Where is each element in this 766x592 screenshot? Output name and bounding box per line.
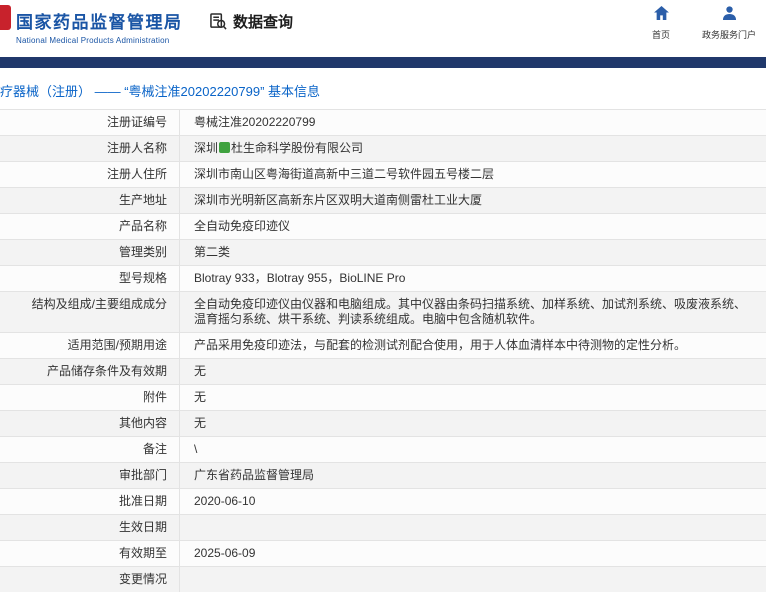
row-label: 备注 bbox=[0, 437, 180, 462]
row-value: 2020-06-10 bbox=[194, 494, 256, 508]
data-query-label: 数据查询 bbox=[233, 14, 294, 31]
info-table: 注册证编号 粤械注准20202220799 注册人名称 深圳 杜生命科学股份有限公司 注册… bbox=[0, 109, 766, 592]
row-label: 型号规格 bbox=[0, 266, 180, 291]
table-row: 审批部门 广东省药品监督管理局 bbox=[0, 463, 766, 489]
row-label: 注册人住所 bbox=[0, 162, 180, 187]
row-label: 审批部门 bbox=[0, 463, 180, 488]
row-label: 有效期至 bbox=[0, 541, 180, 566]
table-row: 备注 \ bbox=[0, 437, 766, 463]
user-icon bbox=[722, 6, 737, 25]
row-value: 全自动免疫印迹仪 bbox=[194, 219, 291, 233]
table-row: 生效日期 bbox=[0, 515, 766, 541]
row-value: Blotray 933，Blotray 955，BioLINE Pro bbox=[194, 271, 406, 285]
row-label: 附件 bbox=[0, 385, 180, 410]
main-content: 医疗器械（注册） —— “粤械注准20202220799” 基本信息 注册证编号… bbox=[0, 68, 766, 592]
agency-name-en: National Medical Products Administration bbox=[16, 36, 170, 45]
agency-logo[interactable]: 国家药品监督管理局 National Medical Products Admi… bbox=[16, 8, 183, 45]
table-row: 型号规格 Blotray 933，Blotray 955，BioLINE Pro bbox=[0, 266, 766, 292]
row-value: 无 bbox=[194, 364, 207, 378]
row-label: 注册人名称 bbox=[0, 136, 180, 161]
row-value: 深圳市南山区粤海街道高新中三道二号软件园五号楼二层 bbox=[194, 167, 495, 181]
row-label: 生效日期 bbox=[0, 515, 180, 540]
row-label: 管理类别 bbox=[0, 240, 180, 265]
row-value: 深圳 杜生命科学股份有限公司 bbox=[194, 141, 364, 155]
agency-name-cn: 国家药品监督管理局 bbox=[16, 13, 183, 32]
table-row: 注册人住所 深圳市南山区粤海街道高新中三道二号软件园五号楼二层 bbox=[0, 162, 766, 188]
table-row: 结构及组成/主要组成成分 全自动免疫印迹仪由仪器和电脑组成。其中仪器由条码扫描系统… bbox=[0, 292, 766, 333]
site-header: 国家药品监督管理局 National Medical Products Admi… bbox=[0, 0, 766, 57]
row-value bbox=[180, 567, 766, 592]
home-icon bbox=[653, 6, 669, 25]
page-title: 医疗器械（注册） —— “粤械注准20202220799” 基本信息 bbox=[0, 84, 321, 99]
row-label: 注册证编号 bbox=[0, 110, 180, 135]
row-label: 产品储存条件及有效期 bbox=[0, 359, 180, 384]
table-row: 生产地址 深圳市光明新区高新东片区双明大道南侧雷杜工业大厦 bbox=[0, 188, 766, 214]
table-row: 附件无 bbox=[0, 385, 766, 411]
row-value: 无 bbox=[194, 390, 207, 404]
row-value: 广东省药品监督管理局 bbox=[194, 468, 315, 482]
data-query-icon bbox=[210, 13, 227, 30]
table-row: 注册证编号 粤械注准20202220799 bbox=[0, 110, 766, 136]
nav-portal[interactable]: 政务服务门户 bbox=[698, 6, 760, 41]
row-value: 2025-06-09 bbox=[194, 546, 256, 560]
primary-navbar bbox=[0, 57, 766, 68]
table-row: 变更情况 bbox=[0, 567, 766, 592]
row-value: 粤械注准20202220799 bbox=[194, 115, 316, 129]
table-row: 产品名称 全自动免疫印迹仪 bbox=[0, 214, 766, 240]
row-value: 深圳市光明新区高新东片区双明大道南侧雷杜工业大厦 bbox=[194, 193, 483, 207]
table-row: 批准日期 2020-06-10 bbox=[0, 489, 766, 515]
table-row: 管理类别 第二类 bbox=[0, 240, 766, 266]
table-row: 有效期至 2025-06-09 bbox=[0, 541, 766, 567]
row-label: 批准日期 bbox=[0, 489, 180, 514]
row-label: 变更情况 bbox=[0, 567, 180, 592]
nav-data-query[interactable]: 数据查询 bbox=[210, 11, 293, 32]
nmpa-emblem-icon bbox=[0, 5, 11, 30]
row-label: 其他内容 bbox=[0, 411, 180, 436]
table-row: 适用范围/预期用途 产品采用免疫印迹法，与配套的检测试剂配合使用，用于人体血清样本… bbox=[0, 333, 766, 359]
table-row: 其他内容无 bbox=[0, 411, 766, 437]
row-label: 产品名称 bbox=[0, 214, 180, 239]
row-label: 生产地址 bbox=[0, 188, 180, 213]
row-label: 结构及组成/主要组成成分 bbox=[0, 292, 180, 332]
company-logo-icon bbox=[219, 142, 231, 153]
row-value bbox=[180, 515, 766, 540]
row-value: 无 bbox=[194, 416, 207, 430]
row-value: 全自动免疫印迹仪由仪器和电脑组成。其中仪器由条码扫描系统、加样系统、加试剂系统、… bbox=[194, 297, 747, 326]
row-value: \ bbox=[194, 442, 198, 456]
row-value: 第二类 bbox=[194, 245, 231, 259]
row-value: 产品采用免疫印迹法，与配套的检测试剂配合使用，用于人体血清样本中待测物的定性分析… bbox=[194, 338, 687, 352]
home-label: 首页 bbox=[651, 30, 670, 40]
row-label: 适用范围/预期用途 bbox=[0, 333, 180, 358]
nav-home[interactable]: 首页 bbox=[644, 6, 678, 41]
table-row: 注册人名称 深圳 杜生命科学股份有限公司 bbox=[0, 136, 766, 162]
table-row: 产品储存条件及有效期无 bbox=[0, 359, 766, 385]
portal-label: 政务服务门户 bbox=[701, 30, 756, 40]
